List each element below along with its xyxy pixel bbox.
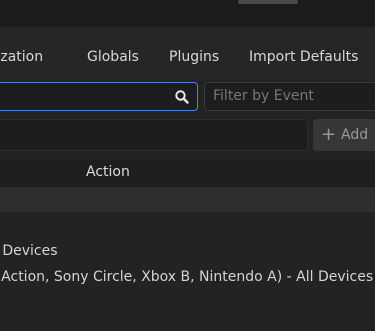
tab-plugins[interactable]: Plugins (169, 27, 219, 80)
plus-icon: + (321, 124, 337, 145)
add-button-label: Add (341, 127, 369, 143)
list-item[interactable]: l Devices (0, 243, 58, 259)
top-scrollbar[interactable] (238, 0, 298, 4)
tab-globals[interactable]: Globals (87, 27, 139, 80)
group-row[interactable] (0, 188, 375, 212)
add-button[interactable]: + Add (313, 119, 375, 151)
input-map-panel: alization Globals Plugins Import Default… (0, 0, 375, 331)
table-header: Action (0, 159, 375, 188)
title-strip (0, 0, 375, 27)
tab-localization[interactable]: alization (0, 27, 43, 80)
search-input[interactable] (0, 82, 198, 111)
search-icon (175, 90, 189, 104)
filter-by-event-input[interactable]: Filter by Event (204, 82, 375, 111)
tab-import-defaults[interactable]: Import Defaults (249, 27, 358, 80)
tab-bar: alization Globals Plugins Import Default… (0, 27, 375, 80)
list-item[interactable]: : Action, Sony Circle, Xbox B, Nintendo … (0, 269, 373, 285)
action-name-input[interactable] (0, 119, 308, 151)
column-header-action: Action (86, 164, 130, 180)
